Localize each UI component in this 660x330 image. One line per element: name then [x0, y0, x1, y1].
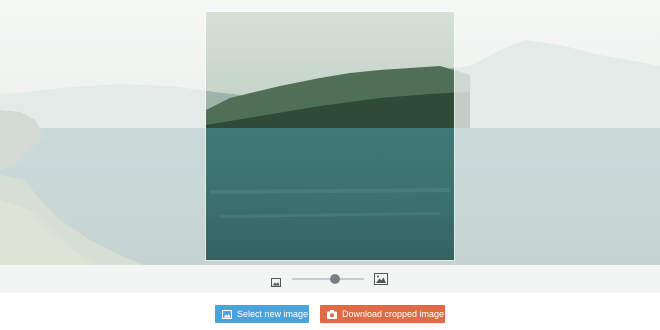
image-small-icon[interactable]: [271, 274, 281, 287]
download-cropped-image-button[interactable]: Download cropped image: [320, 305, 445, 323]
image-large-icon[interactable]: [374, 272, 388, 285]
crop-preview-image: [206, 12, 454, 260]
image-icon: [222, 309, 232, 319]
zoom-controls: [0, 265, 660, 293]
crop-area[interactable]: [206, 12, 454, 260]
action-bar: Select new image Download cropped image: [0, 293, 660, 330]
select-new-image-button[interactable]: Select new image: [215, 305, 309, 323]
select-new-image-label: Select new image: [237, 309, 309, 319]
image-canvas[interactable]: [0, 0, 660, 293]
zoom-slider[interactable]: [292, 274, 364, 284]
download-cropped-image-label: Download cropped image: [342, 309, 445, 319]
zoom-slider-handle[interactable]: [330, 274, 341, 284]
camera-icon: [327, 309, 337, 319]
